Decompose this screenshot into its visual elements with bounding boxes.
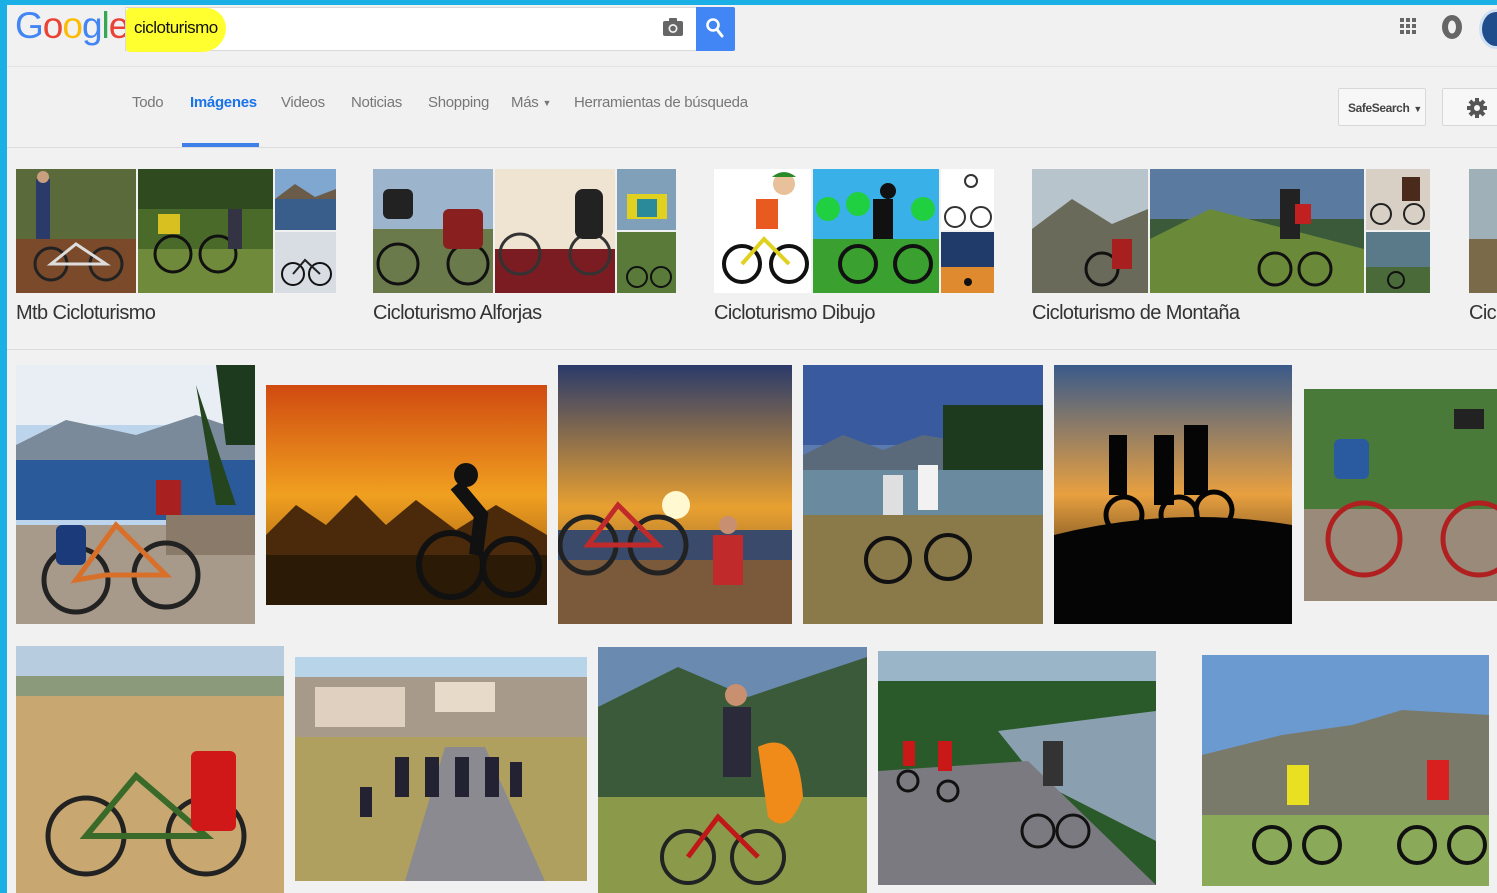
thumbnail-image [16, 169, 136, 293]
image-result[interactable] [878, 651, 1156, 885]
google-images-page: Google cicloturismo Todo Imágenes Videos… [7, 5, 1497, 893]
chevron-down-icon: ▼ [542, 98, 552, 109]
thumbnail-image [275, 232, 336, 293]
logo-letter: g [81, 5, 103, 46]
image-result[interactable] [1304, 389, 1497, 601]
search-tabs: Todo Imágenes Videos Noticias Shopping M… [7, 68, 1497, 148]
related-thumbnail-mosaic [1032, 169, 1430, 293]
thumbnail-image [1366, 232, 1430, 293]
related-search-label: Cicl [1469, 302, 1497, 324]
tab-videos[interactable]: Videos [281, 94, 325, 148]
tab-mas[interactable]: Más ▼ [511, 94, 551, 148]
result-image [16, 365, 255, 624]
thumbnail-image [941, 169, 994, 230]
result-image [558, 365, 792, 624]
result-image [598, 647, 867, 893]
tab-todo[interactable]: Todo [132, 94, 164, 148]
image-result[interactable] [16, 646, 284, 893]
logo-letter: o [42, 5, 64, 46]
related-search-cicloturismo-de-montana[interactable]: Cicloturismo de Montaña [1032, 169, 1430, 339]
image-result[interactable] [803, 365, 1043, 624]
thumbnail-image [1469, 169, 1497, 293]
thumbnail-image [617, 169, 676, 230]
related-thumbnail-mosaic [373, 169, 676, 293]
thumbnail-image [1032, 169, 1148, 293]
related-thumbnail-mosaic [714, 169, 994, 293]
result-image [878, 651, 1156, 885]
related-search-cicloturismo-alforjas[interactable]: Cicloturismo Alforjas [373, 169, 676, 339]
result-image [1054, 365, 1292, 624]
related-thumbnail-mosaic [16, 169, 336, 293]
tab-noticias[interactable]: Noticias [351, 94, 402, 148]
tab-mas-label: Más [511, 94, 539, 111]
logo-letter: o [62, 5, 83, 46]
related-search-cicl[interactable]: Cicl [1469, 169, 1497, 339]
result-image [295, 657, 587, 881]
logo-letter: G [15, 5, 44, 46]
apps-icon[interactable] [1400, 18, 1416, 34]
thumbnail-image [813, 169, 939, 293]
tab-herramientas[interactable]: Herramientas de búsqueda [574, 94, 748, 148]
image-result[interactable] [1054, 365, 1292, 624]
related-search-cicloturismo-dibujo[interactable]: Cicloturismo Dibujo [714, 169, 994, 339]
image-result[interactable] [1202, 655, 1489, 886]
thumbnail-image [495, 169, 615, 293]
thumbnail-image [138, 169, 273, 293]
google-logo[interactable]: Google [15, 5, 129, 47]
active-tab-indicator [182, 143, 259, 147]
tab-imagenes[interactable]: Imágenes [190, 94, 257, 148]
result-image [1304, 389, 1497, 601]
search-query-text: cicloturismo [134, 18, 218, 37]
search-input[interactable]: cicloturismo [125, 7, 697, 52]
result-image [1202, 655, 1489, 886]
result-image [266, 385, 547, 605]
header: Google cicloturismo [7, 5, 1497, 67]
thumbnail-image [941, 232, 994, 293]
thumbnail-image [1150, 169, 1364, 293]
notifications-icon[interactable] [1441, 14, 1463, 40]
thumbnail-image [275, 169, 336, 230]
related-search-label: Cicloturismo Alforjas [373, 302, 542, 324]
tab-shopping[interactable]: Shopping [428, 94, 489, 148]
gear-icon [1467, 98, 1487, 118]
chevron-down-icon: ▼ [1413, 103, 1422, 114]
image-result[interactable] [558, 365, 792, 624]
image-result[interactable] [598, 647, 867, 893]
related-search-label: Mtb Cicloturismo [16, 302, 156, 324]
image-result[interactable] [266, 385, 547, 605]
camera-icon[interactable] [663, 18, 683, 36]
thumbnail-image [714, 169, 811, 293]
related-search-label: Cicloturismo Dibujo [714, 302, 875, 324]
related-thumbnail-mosaic [1469, 169, 1497, 293]
thumbnail-image [617, 232, 676, 293]
thumbnail-image [373, 169, 493, 293]
search-button[interactable] [696, 7, 735, 51]
thumbnail-image [1366, 169, 1430, 230]
result-image [803, 365, 1043, 624]
account-avatar[interactable] [1479, 9, 1497, 49]
related-search-mtb-cicloturismo[interactable]: Mtb Cicloturismo [16, 169, 336, 339]
related-search-label: Cicloturismo de Montaña [1032, 302, 1240, 324]
related-searches: Mtb Cicloturismo Cicloturismo Alforjas C… [7, 150, 1497, 350]
settings-button[interactable] [1442, 88, 1497, 126]
image-result[interactable] [295, 657, 587, 881]
result-image [16, 646, 284, 893]
logo-letter: l [101, 5, 110, 46]
safesearch-label: SafeSearch [1348, 101, 1410, 115]
image-result[interactable] [16, 365, 255, 624]
safesearch-button[interactable]: SafeSearch ▼ [1338, 88, 1426, 126]
search-icon [706, 18, 724, 38]
